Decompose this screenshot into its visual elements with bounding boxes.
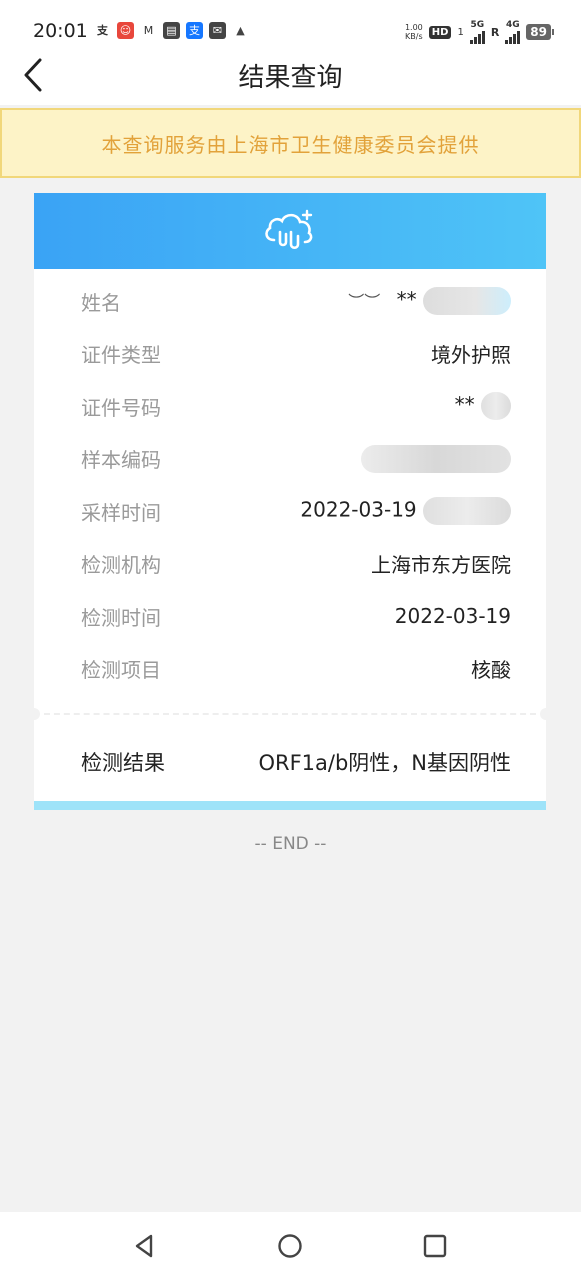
row-label: 检测机构 bbox=[81, 553, 161, 578]
row-test-time: 检测时间 2022-03-19 bbox=[34, 590, 546, 643]
row-sampling-time: 采样时间 2022-03-19 bbox=[34, 485, 546, 538]
row-test-institution: 检测机构 上海市东方医院 bbox=[34, 538, 546, 591]
nav-home-button[interactable] bbox=[276, 1232, 304, 1260]
card-header bbox=[34, 193, 546, 274]
net-speed: 1.00 KB/s bbox=[404, 23, 423, 41]
nav-recents-button[interactable] bbox=[421, 1232, 449, 1260]
signal-bars-icon bbox=[469, 30, 485, 44]
system-nav-bar bbox=[0, 1212, 581, 1280]
row-value: 上海市东方医院 bbox=[371, 553, 511, 578]
alipay-blue-icon: 支 bbox=[186, 22, 203, 39]
card-bottom-bar bbox=[34, 801, 546, 810]
alipay-icon: 支 bbox=[97, 24, 108, 37]
row-id-number: 证件号码 ** bbox=[34, 380, 546, 433]
row-name: 姓名 ︶︶ ** bbox=[34, 275, 546, 328]
row-label: 采样时间 bbox=[81, 500, 161, 525]
status-time: 20:01 bbox=[33, 20, 88, 42]
row-label: 检测项目 bbox=[81, 658, 161, 683]
result-card: 姓名 ︶︶ ** 证件类型 境外护照 证件号码 ** 样本编码 采样时间 202… bbox=[28, 193, 552, 810]
roaming-tag: R bbox=[490, 25, 500, 39]
redaction-blur bbox=[361, 444, 511, 473]
provider-notice: 本查询服务由上海市卫生健康委员会提供 bbox=[0, 108, 581, 178]
row-sample-code: 样本编码 bbox=[34, 433, 546, 486]
eye-closed-icon: ︶︶ bbox=[348, 291, 381, 311]
redaction-blur bbox=[423, 497, 511, 526]
cloud-plus-icon bbox=[265, 209, 313, 250]
triangle-back-icon bbox=[135, 1234, 153, 1258]
divider-notch-left bbox=[28, 708, 40, 720]
sim1-tag: 1 bbox=[457, 26, 464, 38]
hd-icon: HD bbox=[428, 25, 452, 39]
ticket-edge bbox=[34, 264, 546, 274]
row-value: 核酸 bbox=[471, 658, 511, 683]
nav-back-button[interactable] bbox=[131, 1232, 159, 1260]
row-label: 证件号码 bbox=[81, 395, 161, 420]
signal-5g: 5G bbox=[469, 20, 485, 44]
row-label: 检测时间 bbox=[81, 605, 161, 630]
row-label: 证件类型 bbox=[81, 343, 161, 368]
gmail-icon: M bbox=[143, 24, 154, 37]
page-title: 结果查询 bbox=[238, 63, 343, 93]
row-value bbox=[361, 444, 511, 473]
row-id-type: 证件类型 境外护照 bbox=[34, 328, 546, 381]
notification-icons: 支 ☺ M ▤ 支 ✉ ▲ bbox=[94, 22, 249, 39]
signal-4g: 4G bbox=[505, 20, 521, 44]
nav-bar: 结果查询 bbox=[0, 45, 581, 105]
signal-bars-icon bbox=[505, 30, 521, 44]
dashed-divider bbox=[28, 705, 552, 723]
divider-notch-right bbox=[540, 708, 552, 720]
row-value: ︶︶ ** bbox=[348, 287, 511, 316]
red-character-icon: ☺ bbox=[117, 22, 134, 39]
test-result-row: 检测结果 ORF1a/b阴性，N基因阴性 bbox=[34, 723, 546, 801]
notice-text: 本查询服务由上海市卫生健康委员会提供 bbox=[101, 132, 480, 157]
redaction-blur bbox=[423, 287, 511, 316]
row-value: 2022-03-19 bbox=[300, 497, 511, 526]
row-value: ** bbox=[455, 392, 511, 421]
row-value: 境外护照 bbox=[431, 343, 511, 368]
result-value: ORF1a/b阴性，N基因阴性 bbox=[258, 751, 511, 775]
mail-box-icon: ✉ bbox=[209, 22, 226, 39]
card-body: 姓名 ︶︶ ** 证件类型 境外护照 证件号码 ** 样本编码 采样时间 202… bbox=[34, 269, 546, 705]
system-icons: 1.00 KB/s HD 1 5G R 4G 89 bbox=[404, 20, 554, 44]
row-label: 姓名 bbox=[81, 290, 121, 315]
result-label: 检测结果 bbox=[81, 751, 165, 775]
redaction-blur bbox=[481, 392, 511, 421]
square-recents-icon bbox=[423, 1234, 447, 1258]
circle-home-icon bbox=[278, 1234, 302, 1258]
row-label: 样本编码 bbox=[81, 448, 161, 473]
row-test-item: 检测项目 核酸 bbox=[34, 643, 546, 696]
end-marker: -- END -- bbox=[254, 834, 327, 854]
cat-icon: ▲ bbox=[236, 24, 245, 37]
book-icon: ▤ bbox=[163, 22, 180, 39]
row-value: 2022-03-19 bbox=[394, 604, 511, 629]
battery-icon: 89 bbox=[526, 24, 554, 40]
